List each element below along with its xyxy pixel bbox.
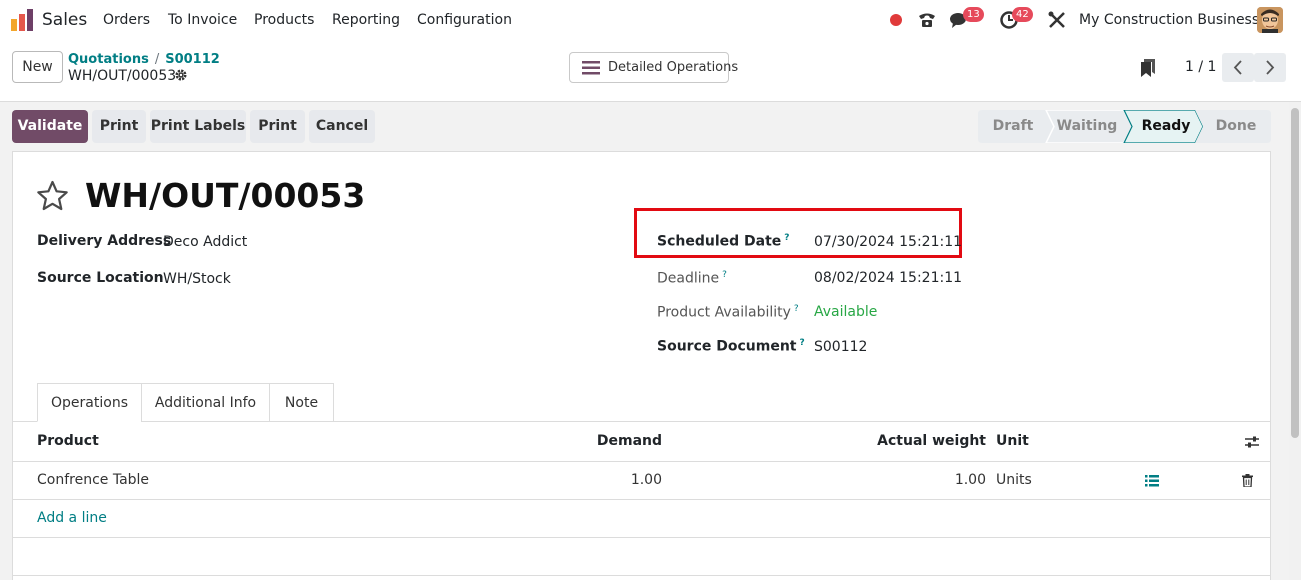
delivery-address-label: Delivery Address [37,233,172,249]
stage-ready[interactable]: Ready [1128,110,1204,143]
source-document-label: Source Document? [657,338,805,355]
deadline-field[interactable]: 08/02/2024 15:21:11 [814,270,962,286]
stage-waiting[interactable]: Waiting [1048,110,1126,143]
scrollbar-thumb[interactable] [1291,108,1299,438]
details-list-icon[interactable] [1145,475,1159,487]
user-avatar[interactable] [1257,7,1283,33]
top-navbar: Sales Orders To Invoice Products Reporti… [0,0,1301,40]
stage-draft[interactable]: Draft [978,110,1048,143]
record-name: WH/OUT/00053 [68,68,177,84]
tab-note[interactable]: Note [269,383,334,422]
product-availability-value: Available [814,304,878,320]
print-labels-button[interactable]: Print Labels [150,110,246,143]
breadcrumb-separator: / [154,52,160,67]
page-scrollbar[interactable] [1289,102,1301,580]
add-line-link[interactable]: Add a line [37,510,107,526]
menu-item-reporting[interactable]: Reporting [332,12,400,28]
stage-done[interactable]: Done [1200,110,1272,143]
record-title: WH/OUT/00053 [85,176,366,215]
menu-item-to-invoice[interactable]: To Invoice [168,12,237,28]
cell-actual-weight[interactable]: 1.00 [955,472,986,488]
bookmark-icon[interactable] [1140,59,1156,77]
company-switcher[interactable]: My Construction Business [1079,12,1259,28]
print-delivery-slip-button[interactable]: Print [250,110,305,143]
menu-item-orders[interactable]: Orders [103,12,150,28]
breadcrumb-order[interactable]: S00112 [165,52,220,67]
deadline-label: Deadline? [657,270,727,287]
column-header-unit[interactable]: Unit [996,433,1029,449]
app-name[interactable]: Sales [42,10,87,30]
menu-item-configuration[interactable]: Configuration [417,12,512,28]
list-icon [582,61,600,75]
pager-previous-button[interactable] [1222,53,1254,82]
help-tooltip-icon[interactable]: ? [800,338,805,348]
pager-value[interactable]: 1 / 1 [1185,59,1216,75]
activity-badge: 42 [1012,7,1033,22]
scheduled-date-label: Scheduled Date? [657,233,790,250]
print-button[interactable]: Print [92,110,146,143]
source-document-field[interactable]: S00112 [814,339,867,355]
chevron-left-icon [1233,60,1242,75]
validate-button[interactable]: Validate [12,110,88,143]
column-header-demand[interactable]: Demand [597,433,662,449]
cell-unit[interactable]: Units [996,472,1032,488]
table-row[interactable]: Confrence Table 1.00 1.00 Units [13,462,1270,500]
product-availability-label: Product Availability? [657,304,799,321]
star-icon[interactable] [36,180,69,211]
chat-badge: 13 [963,7,984,22]
column-header-actual-weight[interactable]: Actual weight [877,433,986,449]
breadcrumb: Quotations / S00112 [68,52,220,67]
source-location-field[interactable]: WH/Stock [163,271,231,287]
pager-next-button[interactable] [1254,53,1286,82]
empty-row [13,538,1270,576]
cell-product[interactable]: Confrence Table [37,472,149,488]
control-panel: New Quotations / S00112 WH/OUT/00053 Detai… [0,40,1301,102]
delivery-address-field[interactable]: Deco Addict [163,234,247,250]
scheduled-date-field[interactable]: 07/30/2024 15:21:11 [814,234,962,250]
help-tooltip-icon[interactable]: ? [794,304,799,314]
status-bar: Draft Waiting Ready Done [978,110,1271,143]
recording-indicator-icon[interactable] [890,14,902,26]
menu-item-products[interactable]: Products [254,12,314,28]
source-location-label: Source Location [37,270,164,286]
cell-demand[interactable]: 1.00 [631,472,662,488]
help-tooltip-icon[interactable]: ? [784,233,789,243]
add-line-row: Add a line [13,500,1270,538]
debug-tools-icon[interactable] [1047,10,1067,30]
optional-columns-icon[interactable] [1245,435,1259,449]
tab-additional-info[interactable]: Additional Info [141,383,270,422]
table-header: Product Demand Actual weight Unit [13,422,1270,462]
sales-app-icon[interactable] [10,9,34,31]
phone-icon[interactable] [917,10,937,30]
detailed-operations-button[interactable]: Detailed Operations [569,52,738,83]
gear-icon[interactable] [174,68,188,82]
cancel-button[interactable]: Cancel [309,110,375,143]
detailed-operations-label: Detailed Operations [608,60,739,75]
action-bar: Validate Print Print Labels Print Cancel [12,110,379,143]
trash-icon[interactable] [1242,474,1253,487]
column-header-product[interactable]: Product [37,433,99,449]
chevron-right-icon [1266,60,1275,75]
new-button[interactable]: New [12,51,63,83]
help-tooltip-icon[interactable]: ? [722,270,727,280]
breadcrumb-quotations[interactable]: Quotations [68,52,149,67]
tab-operations[interactable]: Operations [37,383,142,422]
